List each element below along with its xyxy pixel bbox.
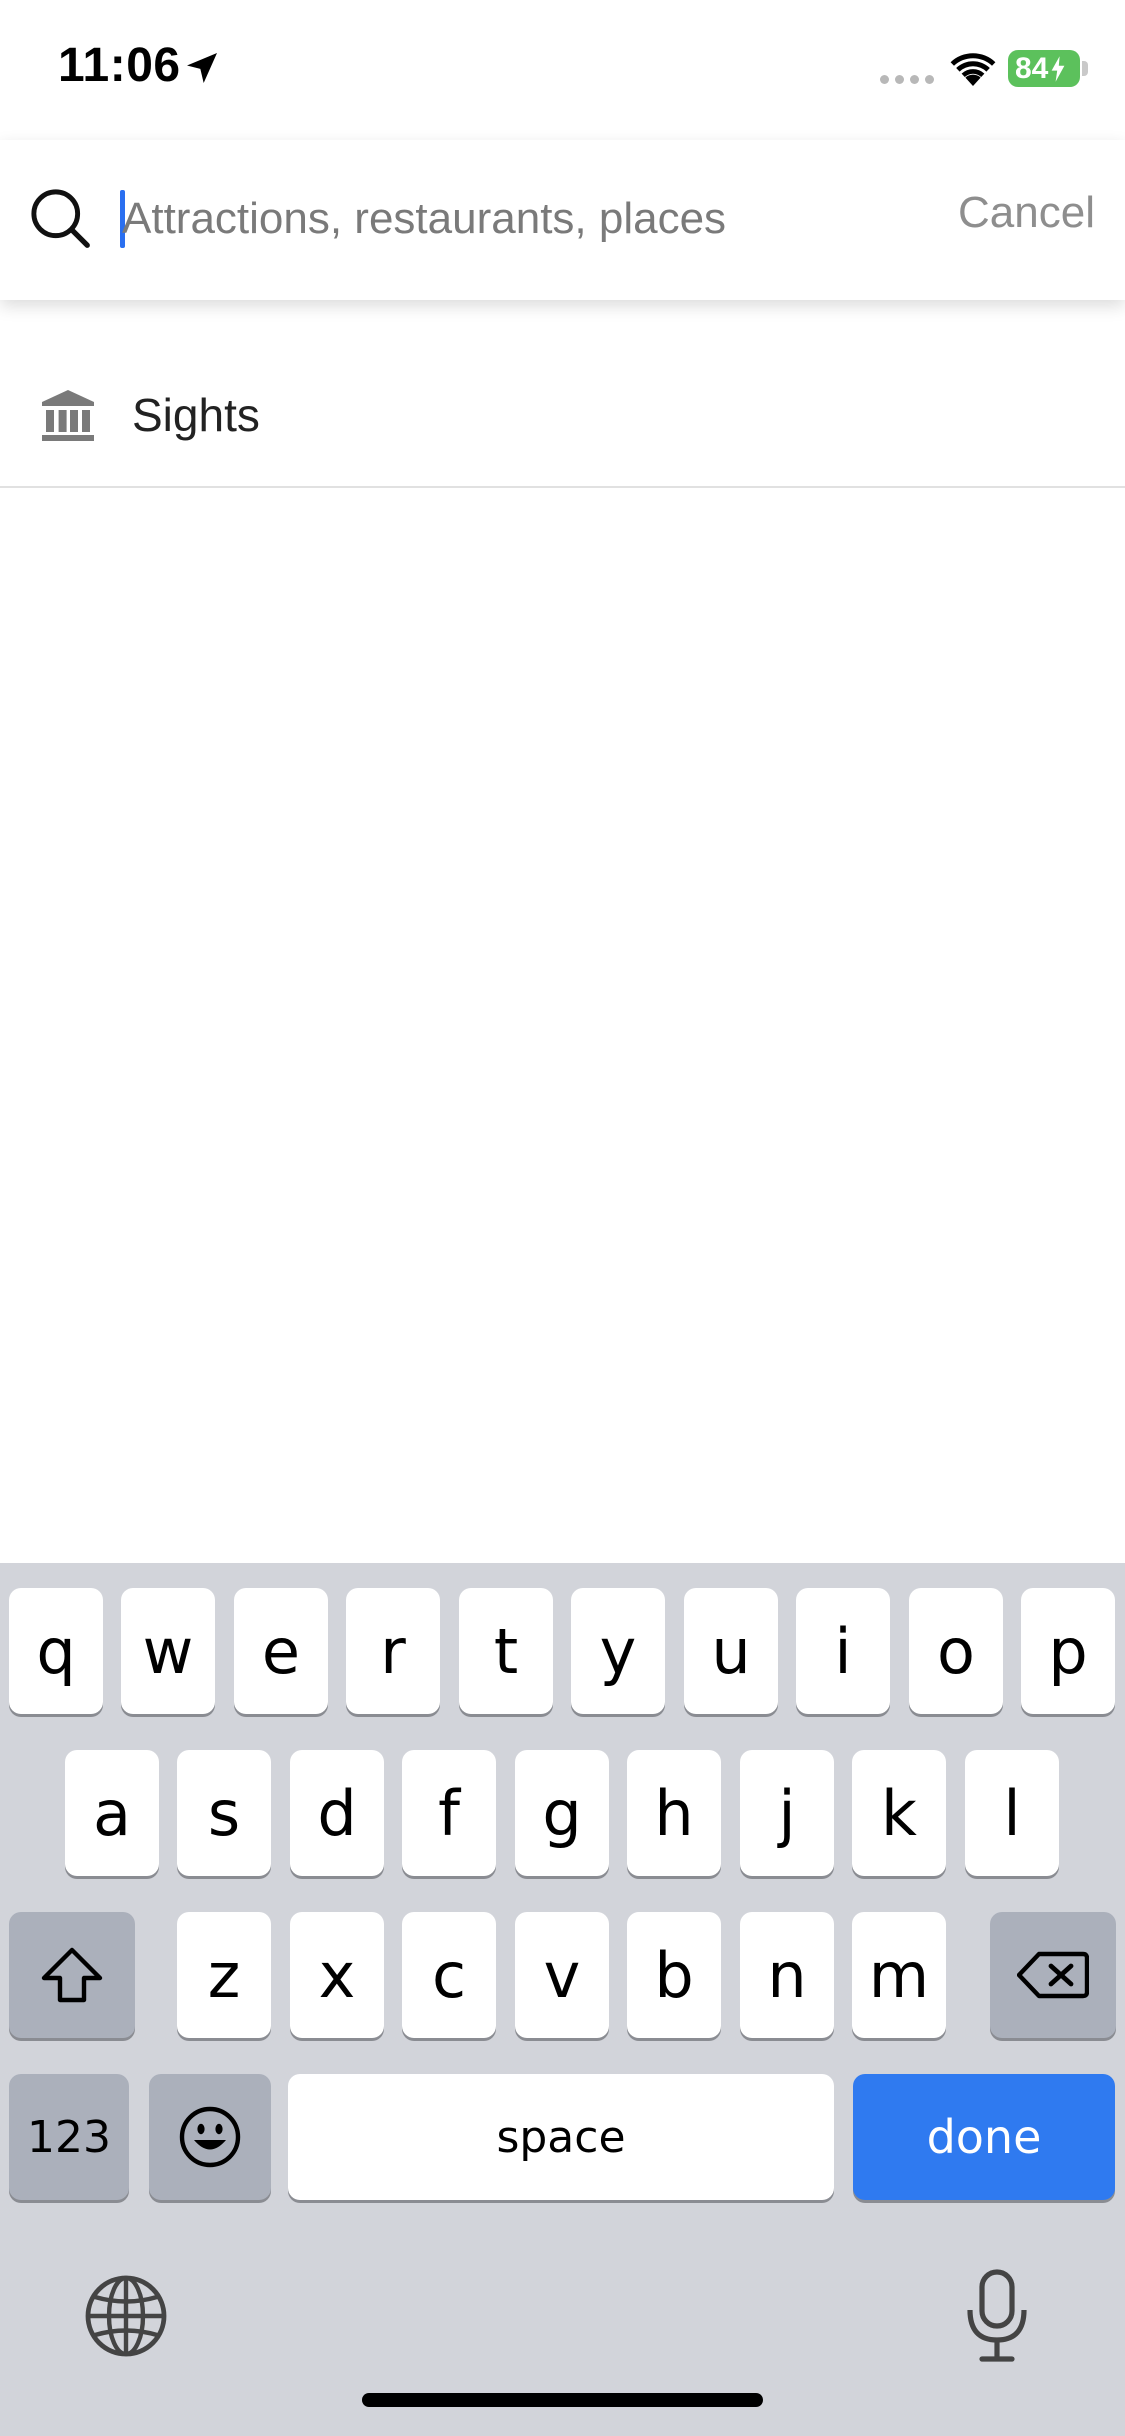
key-h[interactable]: h bbox=[627, 1750, 721, 1876]
shift-key[interactable] bbox=[9, 1912, 135, 2038]
key-r[interactable]: r bbox=[346, 1588, 440, 1714]
emoji-icon bbox=[179, 2106, 241, 2168]
key-n[interactable]: n bbox=[740, 1912, 834, 2038]
cancel-button[interactable]: Cancel bbox=[958, 188, 1095, 238]
status-time: 11:06 bbox=[58, 39, 181, 92]
emoji-key[interactable] bbox=[149, 2074, 271, 2200]
key-e[interactable]: e bbox=[234, 1588, 328, 1714]
key-g[interactable]: g bbox=[515, 1750, 609, 1876]
battery-tip bbox=[1082, 61, 1088, 76]
key-x[interactable]: x bbox=[290, 1912, 384, 2038]
status-bar: 11:06 84 bbox=[0, 0, 1125, 140]
key-w[interactable]: w bbox=[121, 1588, 215, 1714]
key-p[interactable]: p bbox=[1021, 1588, 1115, 1714]
charging-bolt-icon bbox=[1051, 55, 1065, 82]
key-j[interactable]: j bbox=[740, 1750, 834, 1876]
museum-icon bbox=[42, 390, 94, 441]
key-v[interactable]: v bbox=[515, 1912, 609, 2038]
keyboard-row-2: a s d f g h j k l bbox=[0, 1750, 1125, 1876]
key-k[interactable]: k bbox=[852, 1750, 946, 1876]
battery-indicator: 84 bbox=[1008, 50, 1080, 87]
search-icon bbox=[31, 189, 90, 248]
key-y[interactable]: y bbox=[571, 1588, 665, 1714]
microphone-icon[interactable] bbox=[962, 2268, 1032, 2364]
key-q[interactable]: q bbox=[9, 1588, 103, 1714]
search-input[interactable] bbox=[122, 180, 922, 258]
list-item-label: Sights bbox=[132, 389, 260, 441]
keyboard-row-1: q w e r t y u i o p bbox=[0, 1588, 1125, 1714]
battery-level: 84 bbox=[1015, 51, 1049, 85]
globe-icon[interactable] bbox=[82, 2272, 170, 2360]
search-header: Cancel bbox=[0, 140, 1125, 300]
key-m[interactable]: m bbox=[852, 1912, 946, 2038]
shift-arrow-icon bbox=[41, 1947, 103, 2003]
wifi-icon bbox=[950, 53, 996, 86]
key-a[interactable]: a bbox=[65, 1750, 159, 1876]
location-arrow-icon bbox=[187, 53, 217, 83]
numbers-key[interactable]: 123 bbox=[9, 2074, 129, 2200]
key-i[interactable]: i bbox=[796, 1588, 890, 1714]
key-d[interactable]: d bbox=[290, 1750, 384, 1876]
key-b[interactable]: b bbox=[627, 1912, 721, 2038]
space-key[interactable]: space bbox=[288, 2074, 834, 2200]
key-o[interactable]: o bbox=[909, 1588, 1003, 1714]
key-u[interactable]: u bbox=[684, 1588, 778, 1714]
keyboard-row-3: z x c v b n m bbox=[0, 1912, 1125, 2038]
key-f[interactable]: f bbox=[402, 1750, 496, 1876]
key-l[interactable]: l bbox=[965, 1750, 1059, 1876]
key-z[interactable]: z bbox=[177, 1912, 271, 2038]
key-c[interactable]: c bbox=[402, 1912, 496, 2038]
cellular-signal-icon bbox=[880, 75, 934, 84]
keyboard-row-4: 123 space done bbox=[0, 2074, 1125, 2200]
backspace-icon bbox=[1017, 1951, 1089, 1999]
key-s[interactable]: s bbox=[177, 1750, 271, 1876]
key-t[interactable]: t bbox=[459, 1588, 553, 1714]
home-indicator[interactable] bbox=[362, 2393, 763, 2407]
done-key[interactable]: done bbox=[853, 2074, 1115, 2200]
list-item-sights[interactable]: Sights bbox=[0, 340, 1125, 488]
backspace-key[interactable] bbox=[990, 1912, 1116, 2038]
